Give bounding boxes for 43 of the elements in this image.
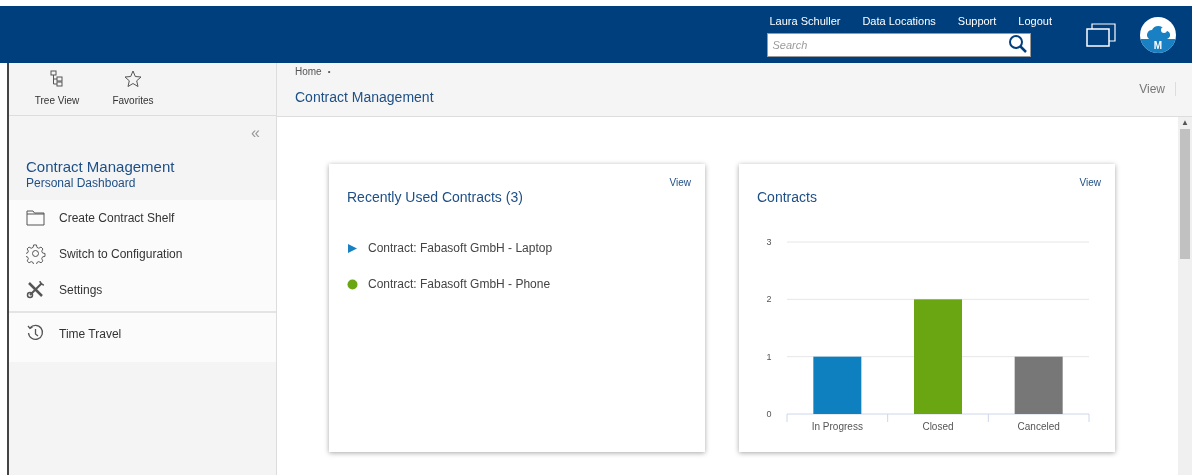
star-icon xyxy=(124,70,142,88)
axis-category-label: Canceled xyxy=(1017,421,1060,432)
bar xyxy=(813,356,862,414)
card-title: Contracts xyxy=(757,188,818,206)
scrollbar-thumb[interactable] xyxy=(1180,129,1190,259)
view-link[interactable]: View xyxy=(669,175,691,190)
axis-category-label: In Progress xyxy=(811,421,863,432)
sidebar-item[interactable]: Create Contract Shelf xyxy=(9,200,276,236)
gear-icon xyxy=(26,244,46,264)
tree-icon xyxy=(48,70,66,88)
contract-link[interactable]: Contract: Fabasoft GmbH - Phone xyxy=(368,275,551,293)
breadcrumb-link[interactable]: Home xyxy=(295,64,322,79)
tools-icon xyxy=(26,280,46,300)
header-link[interactable]: Logout xyxy=(1018,12,1052,30)
axis-tick-label: 2 xyxy=(766,294,772,305)
axis-tick-label: 0 xyxy=(766,409,772,419)
bar xyxy=(1014,356,1063,414)
contract-link[interactable]: Contract: Fabasoft GmbH - Laptop xyxy=(368,239,553,257)
header-link[interactable]: Data Locations xyxy=(862,12,936,30)
axis-category-label: Closed xyxy=(922,421,954,432)
page-title: Contract Management xyxy=(295,88,434,107)
sidebar-item[interactable]: Settings xyxy=(9,272,276,308)
scroll-up-button[interactable]: ▲ xyxy=(1181,117,1189,129)
folder-icon xyxy=(26,208,46,228)
card-title: Recently Used Contracts (3) xyxy=(347,188,524,206)
search-icon[interactable] xyxy=(1008,34,1029,55)
cloud-icon xyxy=(1146,24,1170,39)
sidebar-subtitle: Personal Dashboard xyxy=(26,176,137,190)
axis-tick-label: 1 xyxy=(766,351,772,362)
header-link[interactable]: Support xyxy=(957,12,997,30)
search-field[interactable]: Search xyxy=(767,33,1032,58)
axis-tick-label: 3 xyxy=(766,237,772,247)
header-link[interactable]: Laura Schuller xyxy=(769,12,841,30)
view-link[interactable]: View xyxy=(1079,175,1101,190)
sidebar-item[interactable]: Switch to Configuration xyxy=(9,236,276,272)
sidebar-title: Contract Management xyxy=(26,158,176,176)
view-menu-button[interactable]: View xyxy=(1139,80,1165,98)
breadcrumb-separator: • xyxy=(327,65,331,78)
toolbar-button[interactable]: Favorites xyxy=(99,70,167,108)
toolbar-button[interactable]: Tree View xyxy=(23,70,91,108)
sidebar-item[interactable]: Time Travel xyxy=(9,316,276,352)
windows-icon[interactable] xyxy=(1086,22,1116,47)
avatar[interactable]: M xyxy=(1140,16,1176,53)
